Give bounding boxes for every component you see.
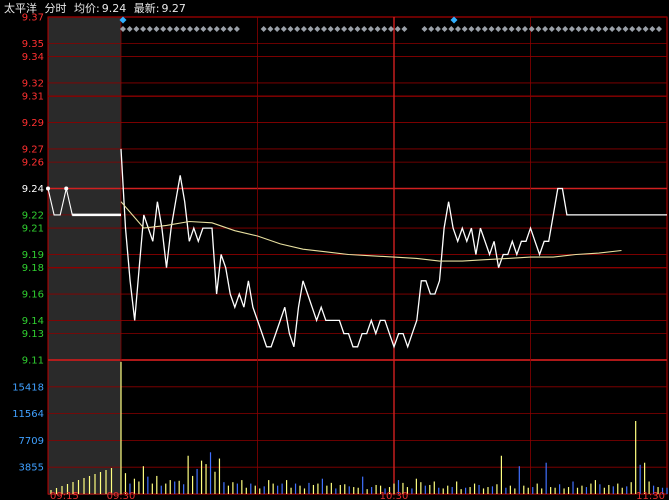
price-tick-label: 9.16 bbox=[22, 290, 44, 301]
price-tick-label: 9.26 bbox=[22, 158, 44, 169]
header: 太平洋 分时 均价: 9.24 最新: 9.27 bbox=[4, 1, 186, 15]
svg-text:太平洋 分时 均价:9.24: 太平洋 分时 均价: 9.24 最新: 9.27 bbox=[4, 1, 186, 15]
price-tick-label: 9.21 bbox=[22, 224, 44, 235]
price-tick-label: 9.34 bbox=[22, 52, 44, 63]
price-tick-label: 9.18 bbox=[22, 263, 44, 274]
time-tick-label: 11:30 bbox=[636, 491, 665, 500]
stock-name: 太平洋 bbox=[4, 1, 37, 15]
price-tick-label: 9.24 bbox=[22, 184, 44, 195]
price-tick-label: 9.32 bbox=[22, 78, 44, 89]
preopen-shade bbox=[48, 17, 121, 495]
preopen-dot bbox=[64, 186, 69, 191]
price-tick-label: 9.19 bbox=[22, 250, 44, 261]
volume-tick-label: 7709 bbox=[19, 436, 44, 447]
preopen-dot bbox=[46, 186, 50, 191]
price-tick-label: 9.35 bbox=[22, 39, 44, 50]
price-tick-label: 9.29 bbox=[22, 118, 44, 129]
last-label: 最新: bbox=[134, 1, 160, 15]
price-tick-label: 9.13 bbox=[22, 329, 44, 340]
volume-tick-label: 3855 bbox=[19, 463, 44, 474]
mode-label: 分时 bbox=[45, 2, 67, 15]
intraday-chart[interactable]: 9.379.359.349.329.319.299.279.269.249.22… bbox=[0, 0, 669, 500]
price-tick-label: 9.31 bbox=[22, 92, 44, 103]
time-tick-label: 10:30 bbox=[380, 491, 409, 500]
price-tick-label: 9.22 bbox=[22, 210, 44, 221]
volume-tick-label: 15418 bbox=[12, 382, 44, 393]
avg-value: 9.24 bbox=[102, 2, 127, 15]
volume-tick-label: 11564 bbox=[12, 409, 44, 420]
time-tick-label: 09:30 bbox=[107, 491, 136, 500]
avg-label: 均价: bbox=[74, 2, 100, 15]
price-tick-label: 9.14 bbox=[22, 316, 44, 327]
last-value: 9.27 bbox=[161, 2, 186, 15]
price-tick-label: 9.27 bbox=[22, 144, 44, 155]
time-tick-label: 09:15 bbox=[50, 491, 79, 500]
price-tick-label: 9.11 bbox=[22, 356, 44, 367]
